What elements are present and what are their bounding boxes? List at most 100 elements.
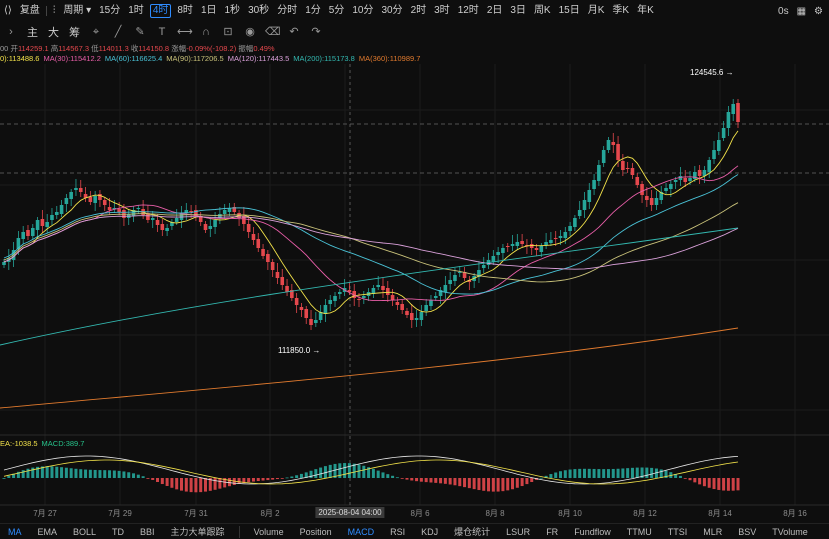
x-tick-label: 8月 2: [260, 509, 280, 518]
candle-body: [165, 228, 169, 231]
indicator-tab-ttsi[interactable]: TTSI: [660, 527, 696, 537]
candle-body: [433, 296, 438, 298]
indicator-tab-fundflow[interactable]: Fundflow: [566, 527, 619, 537]
candle-body: [136, 208, 141, 209]
candle-body: [155, 220, 160, 225]
macd-bar: [554, 472, 558, 478]
macd-bar: [630, 467, 634, 478]
candle-body: [654, 198, 659, 205]
macd-bar: [93, 469, 97, 478]
indicator-tab-ttmu[interactable]: TTMU: [619, 527, 660, 537]
candle-body: [30, 228, 35, 236]
candle-body: [640, 184, 644, 195]
candle-body: [621, 161, 625, 170]
low-annotation-value: 111850.0: [278, 346, 311, 355]
candle-body: [203, 224, 208, 230]
macd-bar: [184, 478, 188, 492]
macd-bar: [582, 468, 586, 478]
candle-body: [294, 298, 299, 305]
x-tick-label: 8月 10: [558, 509, 582, 518]
candle-body: [549, 240, 553, 243]
x-tick-label: 7月 27: [33, 509, 57, 518]
candle-body: [457, 272, 462, 273]
candle-body: [577, 210, 582, 216]
macd-bar: [271, 478, 275, 480]
indicator-tab-主力大单跟踪[interactable]: 主力大单跟踪: [163, 525, 233, 538]
macd-legend-item: MACD:389.7: [41, 439, 85, 448]
indicator-tab-volume[interactable]: Volume: [246, 527, 292, 537]
macd-bar: [487, 478, 491, 492]
macd-bar: [443, 478, 447, 484]
macd-bar: [31, 467, 35, 478]
price-chart[interactable]: [0, 0, 829, 539]
indicator-tabs: MA EMA BOLL TD BBI 主力大单跟踪 Volume Position MACD RS…: [0, 523, 829, 539]
x-tick-label: 7月 31: [184, 509, 208, 518]
macd-bar: [50, 466, 54, 478]
macd-bar: [501, 478, 505, 492]
macd-bar: [395, 477, 399, 479]
candle-body: [625, 168, 630, 169]
candle-body: [117, 209, 121, 212]
macd-bar: [376, 470, 380, 478]
x-tick-label: 8月 8: [485, 509, 505, 518]
ma-line: [3, 202, 739, 283]
candle-body: [649, 198, 654, 205]
macd-bar: [626, 468, 630, 478]
candle-body: [558, 236, 563, 238]
candle-body: [645, 196, 649, 200]
candle-body: [448, 280, 452, 284]
macd-bar: [261, 478, 265, 481]
candle-body: [78, 188, 83, 192]
ma-line: [3, 215, 739, 270]
candle-body: [726, 112, 731, 128]
ma-line: [3, 165, 739, 302]
macd-bar: [506, 478, 510, 491]
candle-body: [453, 275, 457, 281]
indicator-tab-rsi[interactable]: RSI: [382, 527, 413, 537]
indicator-tab-tvolume[interactable]: TVolume: [764, 527, 816, 537]
candle-body: [419, 312, 424, 320]
candle-body: [299, 307, 304, 310]
indicator-tab-position[interactable]: Position: [292, 527, 340, 537]
indicator-tab-bbi[interactable]: BBI: [132, 527, 163, 537]
macd-bar: [678, 475, 682, 478]
candle-body: [707, 160, 712, 172]
candle-body: [338, 292, 342, 294]
macd-bar: [55, 466, 59, 478]
macd-bar: [362, 465, 366, 478]
candle-body: [150, 218, 155, 220]
macd-bar: [88, 469, 92, 478]
macd-bar: [563, 470, 567, 478]
indicator-tab-fr[interactable]: FR: [538, 527, 566, 537]
candle-body: [717, 140, 721, 151]
macd-bar: [731, 478, 735, 491]
macd-bar: [400, 478, 404, 479]
high-annotation-value: 124545.6: [690, 68, 724, 77]
candle-body: [534, 248, 539, 250]
low-annotation: 111850.0 →: [278, 346, 321, 355]
indicator-tab-mlr[interactable]: MLR: [695, 527, 730, 537]
candle-body: [328, 300, 333, 304]
macd-bar: [578, 468, 582, 478]
candle-body: [323, 305, 328, 314]
macd-bar: [410, 478, 414, 481]
indicator-tab-boll[interactable]: BOLL: [65, 527, 104, 537]
macd-bar: [189, 478, 193, 493]
x-tick-label: 8月 16: [783, 509, 807, 518]
macd-bar: [74, 468, 78, 478]
candle-body: [443, 285, 448, 292]
indicator-tab-bsv[interactable]: BSV: [730, 527, 764, 537]
indicator-tab-td[interactable]: TD: [104, 527, 132, 537]
indicator-tab-ema[interactable]: EMA: [30, 527, 66, 537]
indicator-tab-lsur[interactable]: LSUR: [498, 527, 538, 537]
indicator-tab-ma[interactable]: MA: [0, 527, 30, 537]
indicator-tab-macd[interactable]: MACD: [340, 527, 383, 537]
indicator-tab-爆仓统计[interactable]: 爆仓统计: [446, 525, 498, 538]
candle-body: [539, 246, 544, 252]
macd-bar: [371, 468, 375, 478]
candle-body: [481, 265, 486, 268]
indicator-tab-kdj[interactable]: KDJ: [413, 527, 446, 537]
candle-body: [568, 226, 572, 231]
macd-bar: [602, 469, 606, 478]
macd-bar: [21, 470, 25, 478]
